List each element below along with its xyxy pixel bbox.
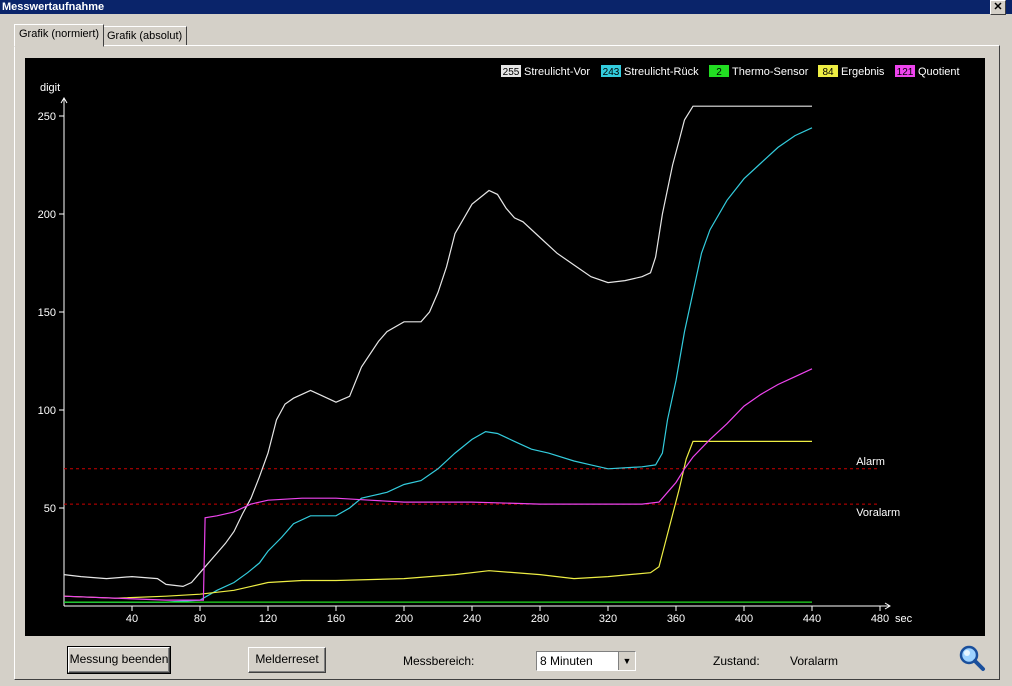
- x-tick-label: 400: [735, 613, 753, 625]
- chart-area: digit sec 40 80 120 160 200 240 280 320 360 400 440 4…: [25, 58, 985, 636]
- y-axis-label: digit: [40, 82, 60, 94]
- threshold-label: Voralarm: [856, 507, 900, 519]
- x-tick-label: 440: [803, 613, 821, 625]
- x-axis-label: sec: [895, 613, 913, 625]
- x-tick-label: 80: [194, 613, 206, 625]
- series-line: [63, 440, 812, 599]
- y-tick-label: 100: [38, 405, 56, 417]
- series-line: [63, 105, 812, 588]
- tab-grafik-absolut[interactable]: Grafik (absolut): [102, 26, 188, 46]
- legend-value: 121: [897, 67, 914, 78]
- legend-label: Streulicht-Rück: [624, 66, 699, 78]
- x-tick-label: 240: [463, 613, 481, 625]
- legend-label: Ergebnis: [841, 66, 885, 78]
- legend-value: 84: [822, 67, 834, 78]
- legend-label: Thermo-Sensor: [732, 66, 809, 78]
- threshold-label: Alarm: [856, 456, 885, 468]
- reset-detector-button[interactable]: Melderreset: [248, 647, 326, 673]
- measurement-chart: digit sec 40 80 120 160 200 240 280 320 360 400 440 4…: [38, 65, 960, 625]
- y-tick-label: 50: [44, 503, 56, 515]
- legend-value: 255: [503, 67, 520, 78]
- x-tick-label: 320: [599, 613, 617, 625]
- x-tick-label: 200: [395, 613, 413, 625]
- x-tick-label: 480: [871, 613, 889, 625]
- x-tick-label: 160: [327, 613, 345, 625]
- state-label: Zustand:: [713, 654, 760, 668]
- series-line: [63, 368, 813, 601]
- tab-grafik-normiert[interactable]: Grafik (normiert): [14, 24, 105, 47]
- y-tick-label: 150: [38, 307, 56, 319]
- x-tick-label: 360: [667, 613, 685, 625]
- x-tick-label: 40: [126, 613, 138, 625]
- range-value: 8 Minuten: [540, 654, 593, 668]
- range-select[interactable]: 8 Minuten ▼: [536, 651, 636, 671]
- legend-value: 243: [603, 67, 620, 78]
- legend-label: Streulicht-Vor: [524, 66, 590, 78]
- legend-value: 2: [716, 67, 722, 78]
- chevron-down-icon[interactable]: ▼: [618, 652, 635, 670]
- range-label: Messbereich:: [403, 654, 475, 668]
- y-tick-label: 250: [38, 111, 56, 123]
- state-value: Voralarm: [790, 654, 839, 668]
- stop-measurement-button[interactable]: Messung beenden: [67, 646, 171, 674]
- close-button[interactable]: ✕: [990, 0, 1006, 15]
- y-tick-label: 200: [38, 209, 56, 221]
- series-line: [64, 127, 813, 603]
- title-bar: Messwertaufnahme ✕: [0, 0, 1012, 15]
- magnifier-icon[interactable]: [958, 644, 986, 672]
- window-title: Messwertaufnahme: [2, 1, 105, 13]
- x-tick-label: 280: [531, 613, 549, 625]
- x-tick-label: 120: [259, 613, 277, 625]
- legend-label: Quotient: [918, 66, 960, 78]
